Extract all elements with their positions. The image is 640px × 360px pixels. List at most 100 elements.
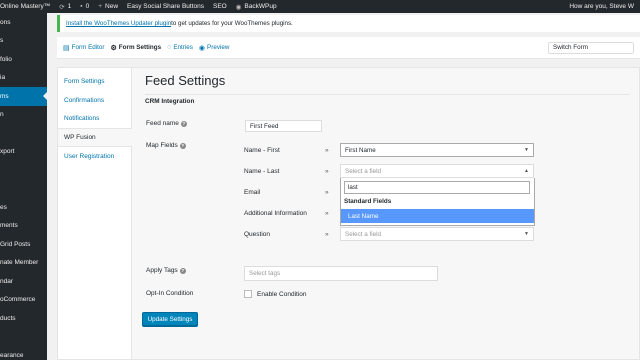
plugin-label: BackWPup: [244, 3, 277, 10]
apply-tags-input[interactable]: Select tags: [244, 266, 438, 281]
install-updater-link[interactable]: Install the WooThemes Updater plugin: [66, 20, 171, 27]
map-row-label: Name - First: [244, 147, 280, 154]
section-title: CRM Integration: [145, 98, 195, 105]
sidebar-item[interactable]: s: [0, 32, 47, 51]
sidebar-item[interactable]: Grid Posts: [0, 235, 47, 254]
preview-link[interactable]: ◉ Preview: [199, 44, 230, 52]
map-row-label: Email: [244, 189, 261, 196]
sidebar-item[interactable]: oCommerce: [0, 291, 47, 310]
enable-condition-checkbox[interactable]: [244, 290, 252, 298]
help-icon[interactable]: ?: [179, 267, 186, 274]
plugin-link-essb[interactable]: Easy Social Share Buttons: [127, 3, 204, 10]
toolbar-label: Entries: [173, 44, 193, 51]
updater-notice: Install the WooThemes Updater plugin to …: [57, 15, 640, 32]
sidebar-item[interactable]: [0, 161, 47, 180]
new-label: New: [105, 3, 119, 10]
main-content: Install the WooThemes Updater plugin to …: [47, 13, 640, 360]
sidebar-item[interactable]: n: [0, 106, 47, 125]
tab-wp-fusion[interactable]: WP Fusion: [58, 128, 132, 147]
select-value: Select a field: [345, 167, 382, 175]
dropdown-search-input[interactable]: last: [344, 181, 530, 194]
dropdown-option-last-name[interactable]: Last Name: [341, 209, 534, 223]
updates-link[interactable]: ⟳ 1: [59, 3, 71, 11]
chevron-down-icon: ▼: [524, 147, 529, 153]
sidebar-item[interactable]: ducts: [0, 309, 47, 328]
label-text: Feed name: [146, 120, 179, 127]
sidebar-item[interactable]: [0, 180, 47, 199]
label-text: Apply Tags: [146, 267, 178, 274]
sidebar-item[interactable]: ons: [0, 13, 47, 32]
toolbar-label: Form Editor: [71, 44, 105, 51]
backwpup-icon: ◉: [235, 3, 242, 11]
chat-icon: ◌: [167, 44, 172, 51]
apply-tags-label: Apply Tags?: [146, 267, 186, 274]
chevron-up-icon: ▲: [524, 168, 529, 174]
map-row-label: Question: [244, 231, 271, 238]
comment-icon: ▪: [80, 3, 83, 10]
select-value: Select a field: [345, 230, 382, 238]
new-content-link[interactable]: + New: [98, 3, 118, 10]
greeting-text: How are you, Steve W: [569, 3, 634, 10]
entries-link[interactable]: ◌ Entries: [167, 44, 193, 51]
optin-condition-label: Opt-In Condition: [146, 290, 194, 297]
last-name-select[interactable]: Select a field ▲: [340, 164, 534, 178]
plus-icon: +: [98, 3, 103, 10]
toolbar-label: Form Settings: [118, 44, 162, 51]
sidebar-item[interactable]: [0, 328, 47, 347]
dropdown-group-label: Standard Fields: [344, 198, 392, 205]
map-arrow-icon: »: [325, 231, 329, 238]
plugin-link-seo[interactable]: SEO: [213, 3, 227, 10]
site-name: Online Mastery™: [0, 3, 51, 10]
comments-link[interactable]: ▪ 0: [80, 3, 89, 10]
sidebar-item[interactable]: ments: [0, 217, 47, 236]
form-settings-link[interactable]: ⚙ Form Settings: [111, 44, 162, 52]
map-arrow-icon: »: [325, 189, 329, 196]
enable-condition-label: Enable Condition: [257, 291, 307, 298]
eye-icon: ◉: [198, 44, 206, 52]
toolbar-label: Preview: [207, 44, 230, 51]
tab-notifications[interactable]: Notifications: [58, 109, 131, 128]
sidebar-item-forms[interactable]: ms: [0, 87, 47, 106]
updates-count: 1: [67, 3, 72, 10]
update-settings-button[interactable]: Update Settings: [142, 312, 198, 326]
help-icon[interactable]: ?: [179, 142, 186, 149]
divider: [145, 94, 630, 95]
refresh-icon: ⟳: [59, 3, 65, 11]
sidebar-item[interactable]: [0, 124, 47, 143]
admin-bar: Online Mastery™ ⟳ 1 ▪ 0 + New Easy Social S…: [0, 0, 640, 13]
form-editor-link[interactable]: ▤ Form Editor: [63, 44, 105, 52]
sidebar-item[interactable]: ndar: [0, 272, 47, 291]
select-value: First Name: [345, 146, 376, 154]
feed-name-label: Feed name?: [146, 120, 187, 127]
question-select[interactable]: Select a field ▼: [340, 227, 534, 241]
admin-sidebar: ons s folio ia ms n xport es ments Grid …: [0, 13, 47, 360]
plugin-label: Easy Social Share Buttons: [127, 3, 205, 10]
chevron-down-icon: ▼: [524, 231, 529, 237]
map-row-label: Additional Information: [244, 210, 307, 217]
map-row-label: Name - Last: [244, 168, 280, 175]
help-icon[interactable]: ?: [180, 120, 187, 127]
site-name-link[interactable]: Online Mastery™: [0, 3, 50, 10]
sidebar-item[interactable]: nate Member: [0, 254, 47, 273]
feed-settings: Feed Settings CRM Integration Feed name?…: [132, 68, 639, 359]
plugin-link-backwpup[interactable]: ◉ BackWPup: [236, 3, 277, 11]
settings-tabs: Form Settings Confirmations Notification…: [58, 68, 132, 359]
page-title: Feed Settings: [145, 73, 226, 88]
settings-panel: Form Settings Confirmations Notification…: [57, 67, 640, 360]
sidebar-item[interactable]: ia: [0, 69, 47, 88]
comments-count: 0: [85, 3, 90, 10]
map-arrow-icon: »: [325, 168, 329, 175]
tab-user-registration[interactable]: User Registration: [58, 147, 131, 166]
form-toolbar: ▤ Form Editor ⚙ Form Settings ◌ Entries ◉ Pr…: [57, 37, 640, 59]
tab-form-settings[interactable]: Form Settings: [58, 72, 131, 91]
sidebar-item[interactable]: folio: [0, 50, 47, 69]
tab-confirmations[interactable]: Confirmations: [58, 91, 131, 110]
sidebar-item[interactable]: es: [0, 198, 47, 217]
label-text: Map Fields: [146, 142, 178, 149]
sidebar-item[interactable]: xport: [0, 143, 47, 162]
first-name-select[interactable]: First Name ▼: [340, 143, 534, 157]
account-link[interactable]: How are you, Steve W: [569, 0, 634, 13]
sidebar-item[interactable]: earance: [0, 346, 47, 360]
switch-form-select[interactable]: Switch Form: [548, 42, 634, 54]
feed-name-input[interactable]: First Feed: [245, 120, 322, 132]
